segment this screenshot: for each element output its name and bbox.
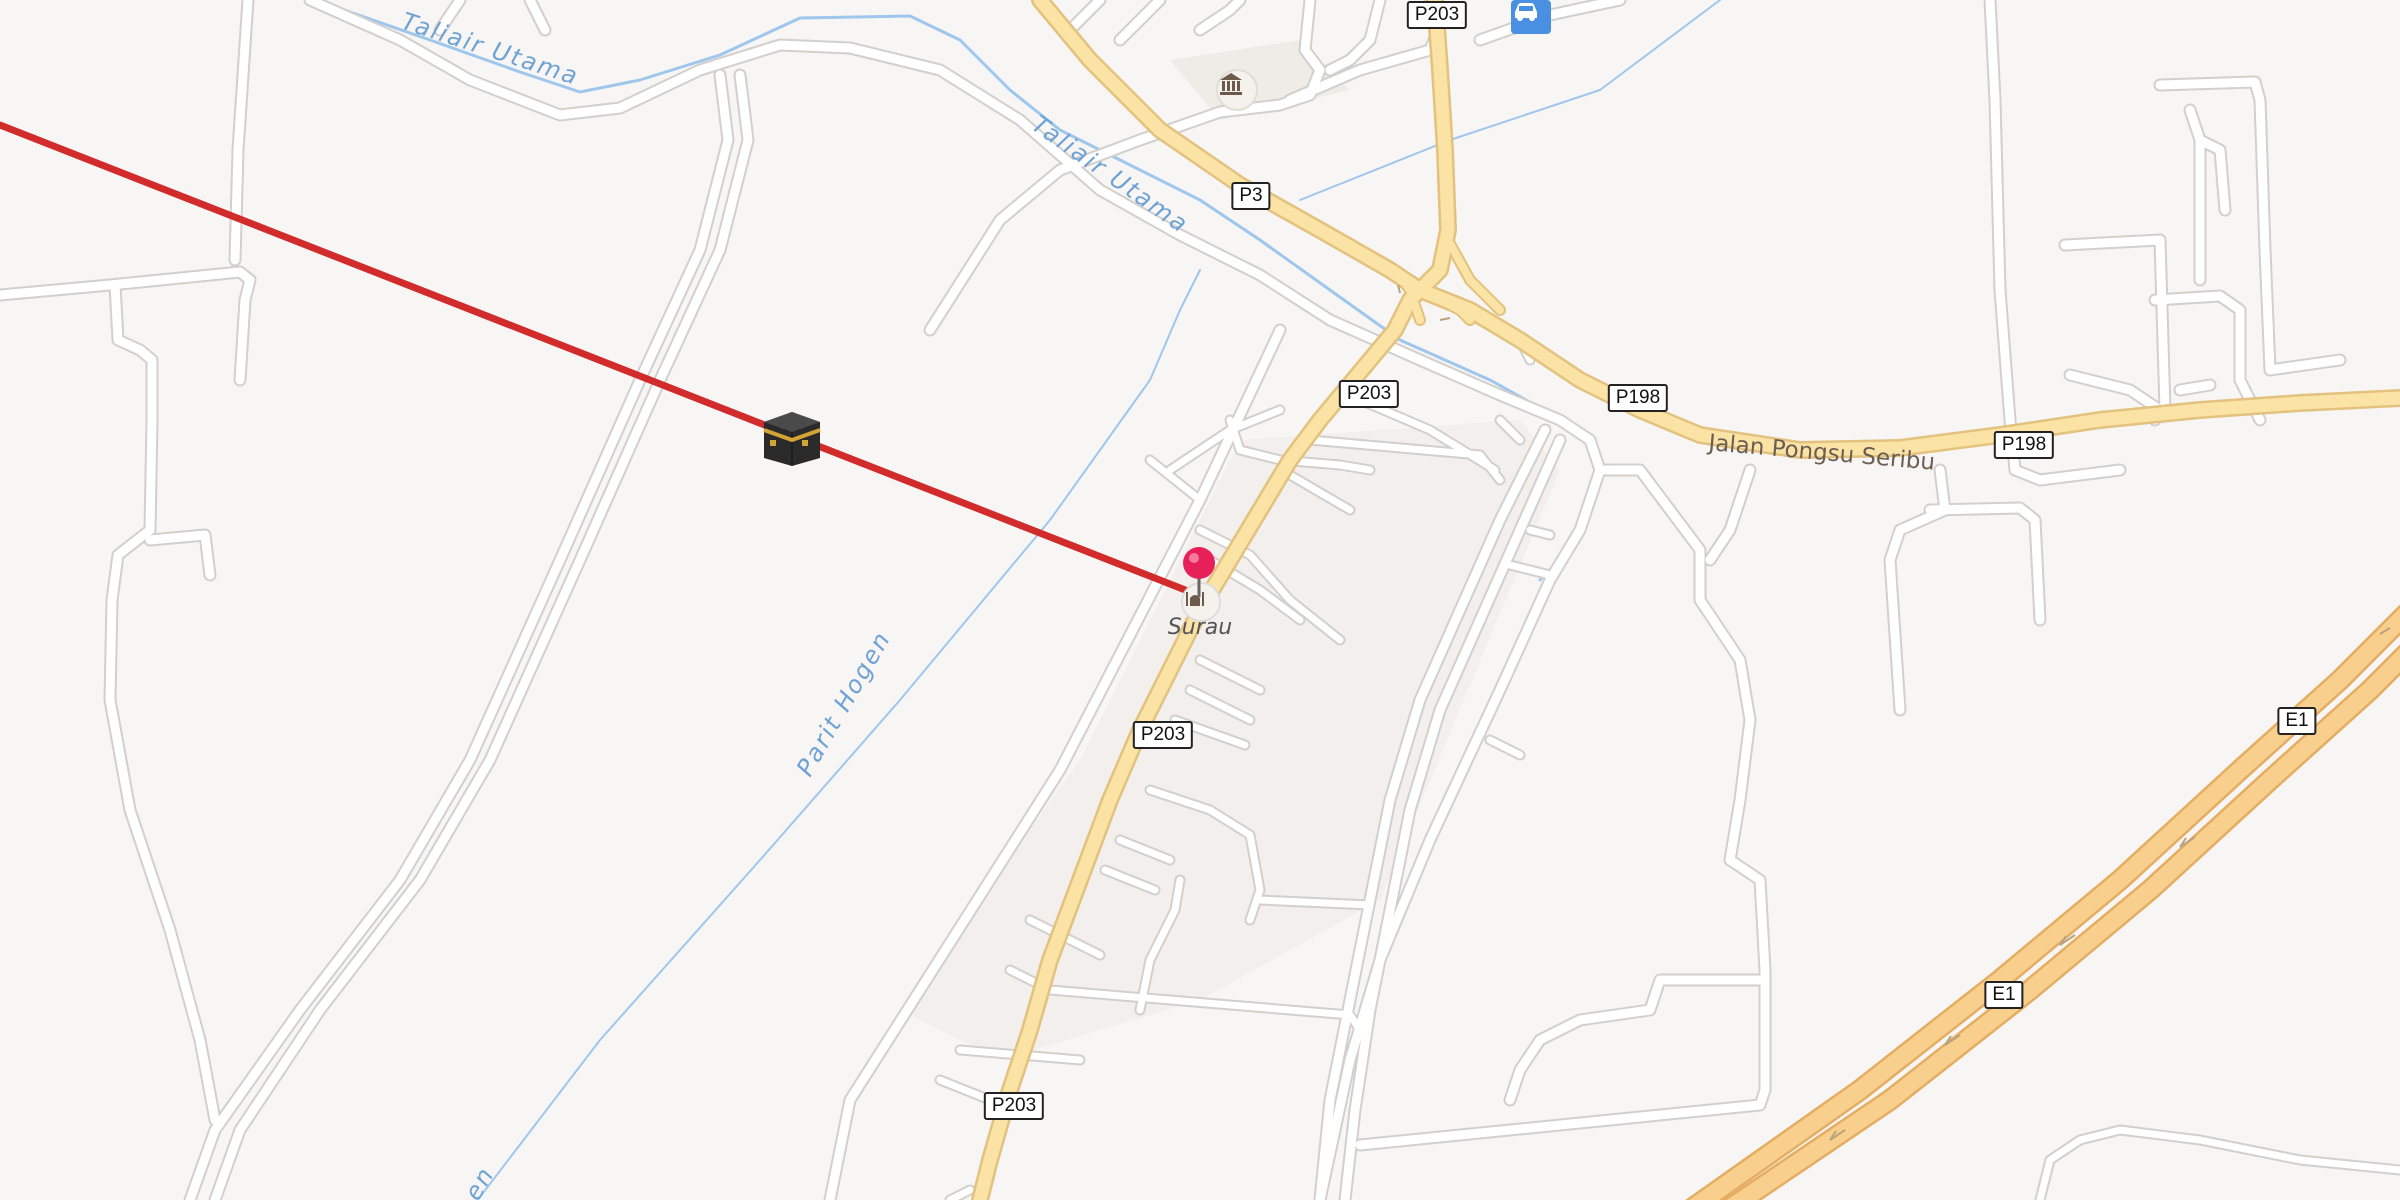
route-shield-p198-b: P198 <box>1993 431 2055 459</box>
water-label-parit-hogen-edge: en <box>459 1162 500 1200</box>
water-label-parit-hogen: Parit Hogen <box>791 626 897 781</box>
route-shield-e1-a: E1 <box>2277 707 2317 735</box>
route-shield-p203-lower: P203 <box>1132 721 1194 749</box>
route-shield-p198-a: P198 <box>1607 384 1669 412</box>
car-icon[interactable] <box>1511 0 1551 34</box>
road-labels: Jalan Pongsu Seribu <box>1705 430 1936 476</box>
kaaba-icon[interactable] <box>762 410 822 468</box>
map-canvas[interactable]: Jalan Pongsu Seribu Taliair Utama Taliai… <box>0 0 2400 1200</box>
museum-icon[interactable] <box>1216 69 1258 111</box>
road-label-jalan-pongsu-seribu: Jalan Pongsu Seribu <box>1705 430 1936 476</box>
surau-label: Surau <box>1167 615 1233 640</box>
route-shield-p203-bottom: P203 <box>983 1092 1045 1120</box>
pin-icon[interactable] <box>1181 545 1217 601</box>
route-shield-p203-top: P203 <box>1406 1 1468 29</box>
route-shield-e1-b: E1 <box>1984 981 2024 1009</box>
route-shield-p203-mid: P203 <box>1338 380 1400 408</box>
route-shield-p3: P3 <box>1231 182 1271 210</box>
highway-e1 <box>1685 604 2400 1200</box>
